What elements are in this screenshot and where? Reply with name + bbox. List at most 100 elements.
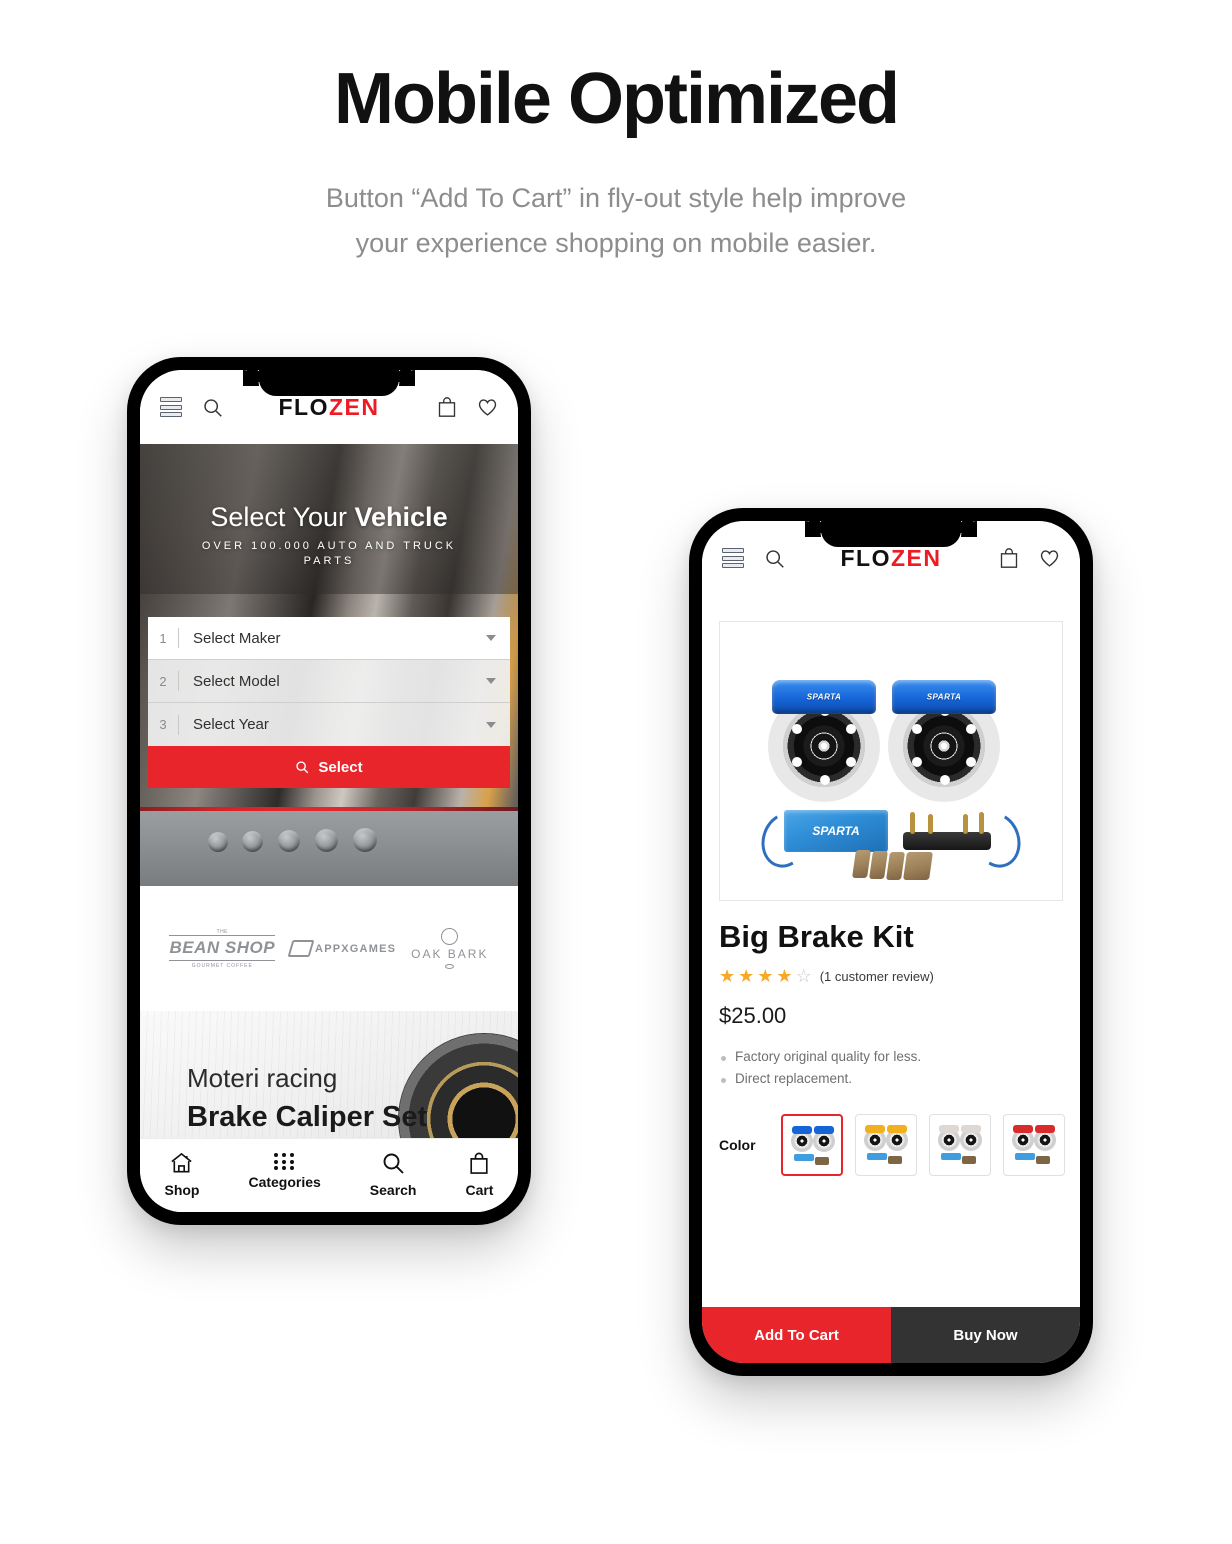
phone-mockup-product: FLOZEN SPARTA SPARTA SPARTA Big Brake Ki… [689,508,1093,1376]
chevron-down-icon[interactable] [486,635,496,641]
promo-headline-line1: Moteri racing [187,1063,338,1093]
product-image-brake-kit: SPARTA SPARTA SPARTA [720,622,1062,900]
select-year-number: 3 [159,717,167,732]
nav-item-categories[interactable]: Categories [248,1151,321,1190]
bottom-navigation: Shop Categories Search Cart [140,1138,518,1212]
brand-logo-part2: ZEN [891,544,942,571]
home-icon [169,1151,194,1175]
select-maker-row[interactable]: 1 Select Maker [148,617,510,660]
shopping-bag-icon[interactable] [437,396,457,418]
hamburger-icon[interactable] [160,397,182,417]
brake-pad [886,852,905,880]
phone-notch [243,370,415,396]
select-year-row[interactable]: 3 Select Year [148,703,510,746]
hero-vent [208,832,228,852]
shopping-bag-icon [468,1151,490,1175]
appxgames-lockup: APPXGAMES [287,940,397,957]
select-model-row[interactable]: 2 Select Model [148,660,510,703]
brake-pad [903,852,933,880]
star-icon-filled: ★ [719,966,736,986]
app-header-right-icons [437,396,498,418]
page-root: Mobile Optimized Button “Add To Cart” in… [0,0,1232,1544]
bean-shop-sub-text: GOURMET COFFEE [191,962,253,969]
hero-vent [315,829,338,852]
brand-logo-part1: FLO [840,544,891,571]
app-header-right-icons [999,547,1060,569]
add-to-cart-button[interactable]: Add To Cart [702,1307,891,1363]
swatch-thumb [1004,1115,1064,1175]
select-maker-number: 1 [159,630,167,646]
phone-mockup-home: FLOZEN Select Your Vehicle OVER 100.000 … [127,357,531,1225]
chevron-down-icon[interactable] [486,721,496,728]
app-header-left-icons [160,397,223,418]
color-swatch-yellow[interactable] [855,1114,917,1176]
product-rating[interactable]: ★ ★ ★ ★ ☆ (1 customer review) [719,967,934,985]
hero-vent [353,828,377,852]
page-title: Mobile Optimized [333,59,900,139]
heart-icon[interactable] [1039,548,1060,568]
hero-text-block: Select Your Vehicle OVER 100.000 AUTO AN… [140,502,518,569]
vehicle-selector: 1 Select Maker 2 Select Model 3 Select Y… [140,617,518,788]
product-image-card[interactable]: SPARTA SPARTA SPARTA [719,621,1063,901]
nav-item-cart-label: Cart [465,1182,494,1198]
product-feature-list: Factory original quality for less. Direc… [719,1049,921,1093]
hero-title: Select Your Vehicle [210,502,448,532]
select-model-number: 2 [159,673,167,689]
product-cta-bar: Add To Cart Buy Now [702,1307,1080,1363]
star-icon-empty: ☆ [795,966,812,986]
color-label: Color [719,1137,756,1153]
color-swatch-blue[interactable] [781,1114,843,1176]
select-maker-label: Select Maker [193,629,281,647]
nav-item-shop[interactable]: Shop [164,1151,199,1198]
page-subtitle-line2: your experience shopping on mobile easie… [355,227,877,258]
brand-logos-strip: THE BEAN SHOP GOURMET COFFEE APPXGAMES O… [140,886,518,1011]
swatch-thumb [783,1116,841,1174]
hero-banner: Select Your Vehicle OVER 100.000 AUTO AN… [140,444,518,886]
search-icon [295,760,309,774]
hamburger-icon[interactable] [722,548,744,568]
product-title: Big Brake Kit [719,919,914,954]
product-color-selector: Color [719,1114,1065,1176]
list-item: Direct replacement. [719,1071,921,1086]
brand-logo-oak-bark[interactable]: OAK BARK [411,928,488,969]
oak-bark-dot-icon [445,964,455,969]
phone-notch [805,521,977,547]
brake-caliper-left: SPARTA [772,680,876,714]
heart-icon[interactable] [477,397,498,417]
bracket-bolt [928,814,933,834]
appxgames-name: APPXGAMES [315,942,397,955]
brake-pad [852,850,871,878]
brand-logo-bean-shop[interactable]: THE BEAN SHOP GOURMET COFFEE [169,929,276,969]
brand-logo-part2: ZEN [329,393,380,420]
star-icon-filled: ★ [776,966,793,986]
swatch-thumb [930,1115,990,1175]
search-icon[interactable] [202,397,223,418]
product-review-count[interactable]: (1 customer review) [820,969,934,984]
mounting-bracket [903,832,991,850]
caliper-brand-text: SPARTA [926,692,962,702]
page-subtitle-line1: Button “Add To Cart” in fly-out style he… [325,183,907,213]
app-header-left-icons [722,548,785,569]
chevron-down-icon[interactable] [486,678,496,684]
search-icon[interactable] [764,548,785,569]
color-swatch-red[interactable] [1003,1114,1065,1176]
nav-item-shop-label: Shop [164,1182,200,1198]
vehicle-select-button[interactable]: Select [148,746,510,788]
nav-item-categories-label: Categories [248,1174,321,1190]
nav-item-search[interactable]: Search [370,1151,416,1198]
nav-item-cart[interactable]: Cart [465,1151,493,1198]
bean-shop-name: BEAN SHOP [169,934,276,961]
promo-headline-line2: Brake Caliper Set [187,1101,428,1133]
vehicle-select-button-label: Select [318,758,363,776]
oak-bark-name: OAK BARK [411,947,489,961]
shopping-bag-icon[interactable] [999,547,1019,569]
buy-now-button[interactable]: Buy Now [891,1307,1080,1363]
star-icon-filled: ★ [738,966,755,986]
brand-logo-appxgames[interactable]: APPXGAMES [287,940,397,957]
hero-vent [242,831,263,852]
color-swatch-silver[interactable] [929,1114,991,1176]
select-model-label: Select Model [193,672,280,690]
product-price: $25.00 [719,1003,787,1028]
swatch-thumb [856,1115,916,1175]
star-icon-filled: ★ [757,966,774,986]
